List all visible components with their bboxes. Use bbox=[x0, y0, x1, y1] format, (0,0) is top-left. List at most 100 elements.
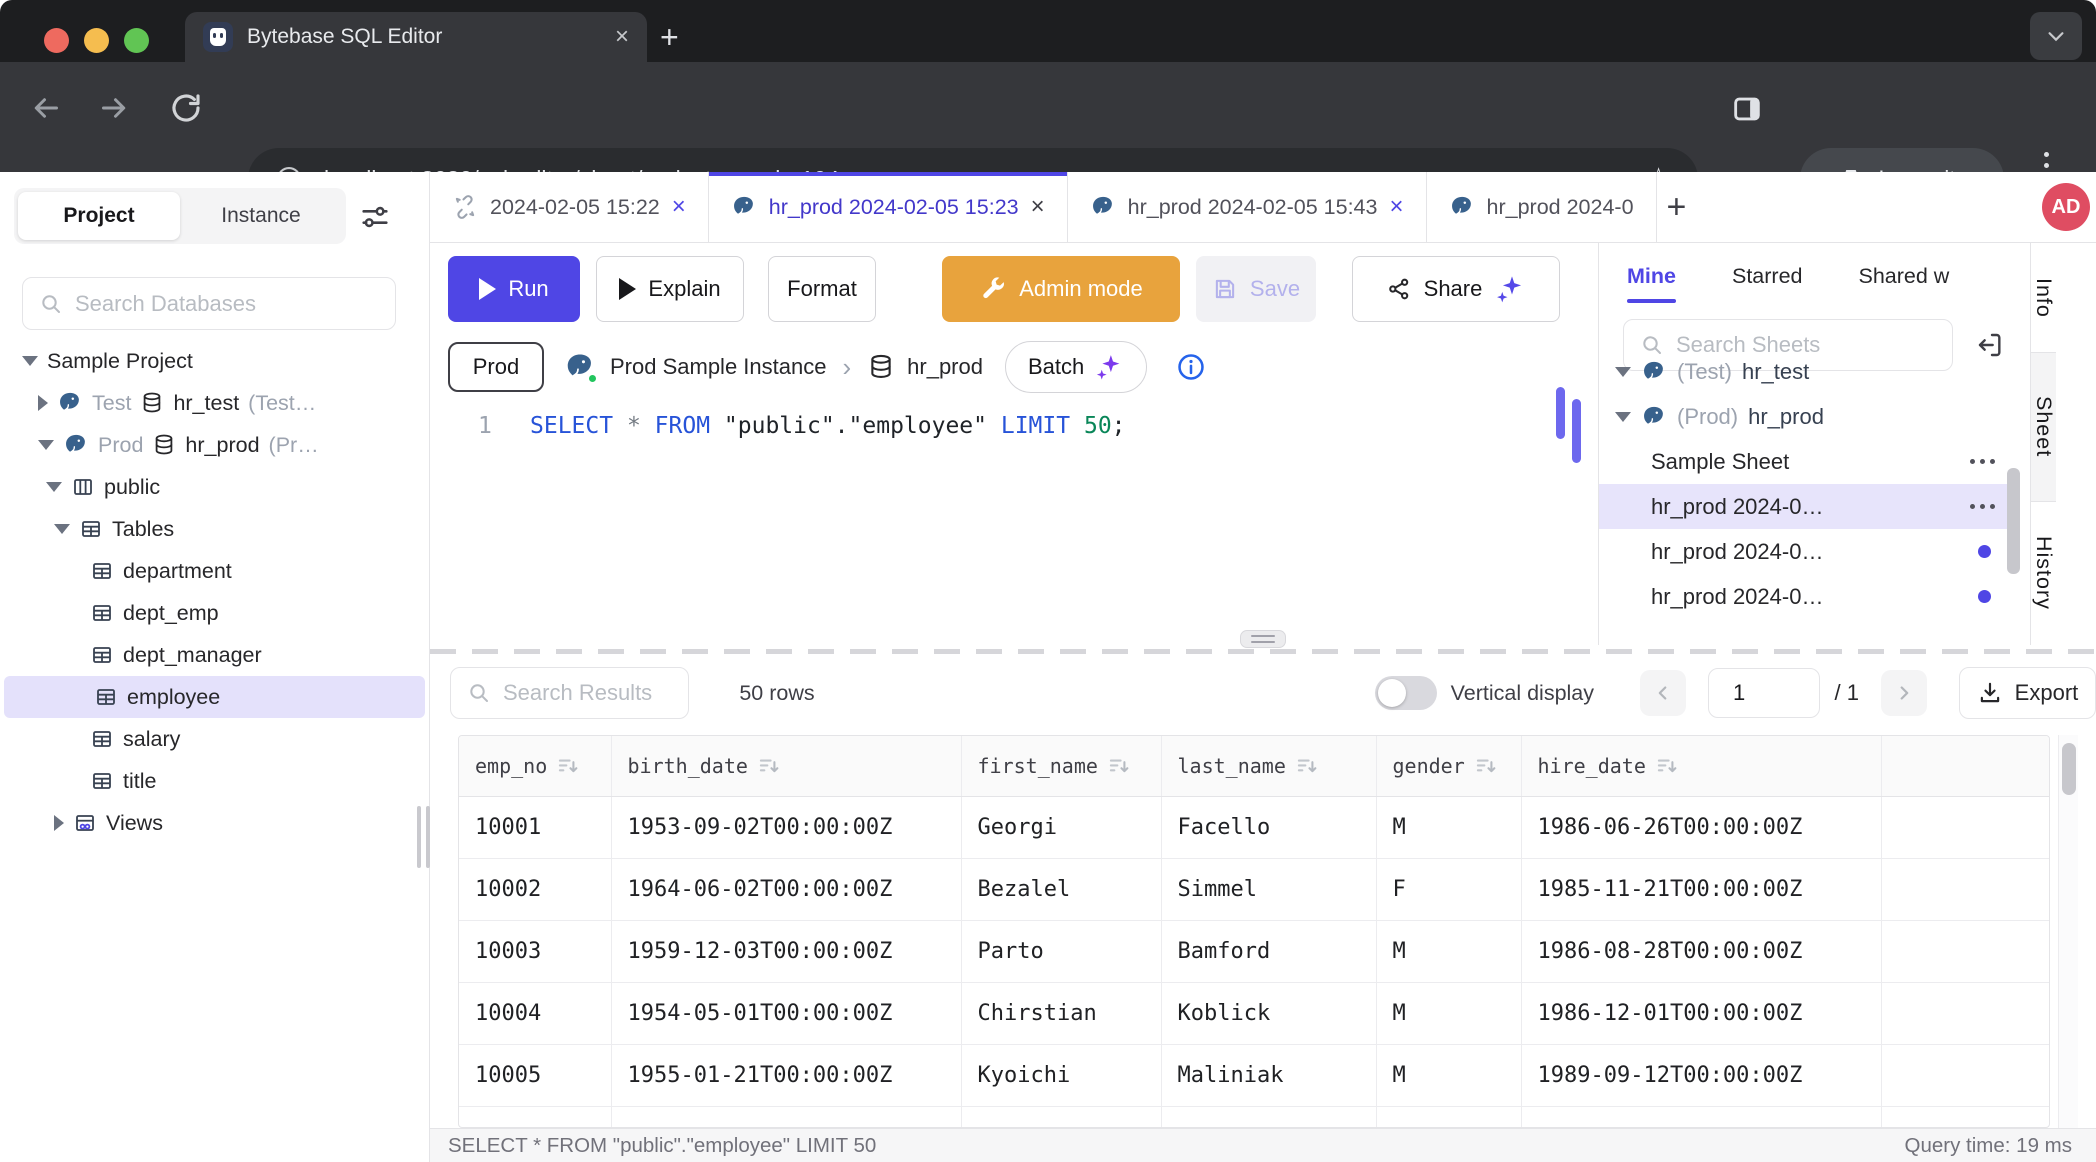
table-cell[interactable]: 1964-06-02T00:00:00Z bbox=[611, 858, 961, 920]
tab-starred[interactable]: Starred bbox=[1732, 264, 1803, 289]
table-cell[interactable]: 1986-12-01T00:00:00Z bbox=[1521, 982, 1881, 1044]
sheet-item[interactable]: Sample Sheet bbox=[1599, 439, 2009, 484]
table-cell[interactable]: 1955-01-21T00:00:00Z bbox=[611, 1044, 961, 1106]
caret-down-icon[interactable] bbox=[22, 356, 38, 366]
avatar[interactable]: AD bbox=[2042, 183, 2090, 231]
table-cell[interactable]: M bbox=[1376, 1044, 1521, 1106]
window-minimize-button[interactable] bbox=[84, 28, 109, 53]
tab-instance[interactable]: Instance bbox=[180, 192, 342, 240]
window-zoom-button[interactable] bbox=[124, 28, 149, 53]
info-circle-icon[interactable] bbox=[1175, 351, 1207, 383]
editor-tab[interactable]: hr_prod 2024-0 bbox=[1427, 172, 1657, 242]
table-cell[interactable]: 1989-09-12T00:00:00Z bbox=[1521, 1044, 1881, 1106]
filter-settings-icon[interactable] bbox=[358, 200, 392, 234]
close-tab-icon[interactable]: × bbox=[1031, 195, 1045, 219]
tree-item-public[interactable]: public bbox=[0, 466, 429, 508]
export-button[interactable]: Export bbox=[1959, 667, 2096, 719]
column-header-last_name[interactable]: last_name bbox=[1161, 736, 1376, 796]
caret-down-icon[interactable] bbox=[1615, 367, 1631, 377]
table-cell[interactable]: 10002 bbox=[459, 858, 611, 920]
close-browser-tab-icon[interactable]: × bbox=[615, 25, 629, 49]
table-cell[interactable]: 1989-06-02T00:00:00Z bbox=[1521, 1106, 1881, 1128]
sheet-group-row[interactable]: (Prod)hr_prod bbox=[1599, 394, 2009, 439]
table-cell[interactable]: M bbox=[1376, 920, 1521, 982]
table-cell[interactable]: 1953-09-02T00:00:00Z bbox=[611, 796, 961, 858]
add-query-tab-button[interactable]: + bbox=[1667, 192, 1687, 222]
column-header-hire_date[interactable]: hire_date bbox=[1521, 736, 1881, 796]
table-cell[interactable]: Simmel bbox=[1161, 858, 1376, 920]
column-header-birth_date[interactable]: birth_date bbox=[611, 736, 961, 796]
table-row[interactable]: 100041954-05-01T00:00:00ZChirstianKoblic… bbox=[459, 982, 2050, 1044]
caret-down-icon[interactable] bbox=[38, 440, 54, 450]
sql-editor[interactable]: 1 SELECT * FROM "public"."employee" LIMI… bbox=[430, 399, 1598, 628]
sheet-item[interactable]: hr_prod 2024-0… bbox=[1599, 529, 2009, 574]
tree-item-hr_test[interactable]: Testhr_test(Test… bbox=[0, 382, 429, 424]
save-button[interactable]: Save bbox=[1196, 256, 1316, 322]
search-databases-input[interactable]: Search Databases bbox=[22, 277, 396, 330]
table-cell[interactable]: 10003 bbox=[459, 920, 611, 982]
tree-item-Sample Project[interactable]: Sample Project bbox=[0, 340, 429, 382]
table-cell[interactable]: Maliniak bbox=[1161, 1044, 1376, 1106]
sheet-menu-icon[interactable] bbox=[1970, 459, 1995, 464]
table-row[interactable]: 100051955-01-21T00:00:00ZKyoichiMaliniak… bbox=[459, 1044, 2050, 1106]
tree-item-title[interactable]: title bbox=[0, 760, 429, 802]
column-header-first_name[interactable]: first_name bbox=[961, 736, 1161, 796]
page-number-input[interactable]: 1 bbox=[1708, 668, 1820, 718]
tab-mine[interactable]: Mine bbox=[1627, 264, 1676, 289]
editor-scrollbar-marker[interactable] bbox=[1556, 387, 1565, 439]
table-cell[interactable]: F bbox=[1376, 1106, 1521, 1128]
table-cell[interactable]: Georgi bbox=[961, 796, 1161, 858]
tree-item-dept_manager[interactable]: dept_manager bbox=[0, 634, 429, 676]
table-cell[interactable]: 10006 bbox=[459, 1106, 611, 1128]
tab-shared-with-me[interactable]: Shared w bbox=[1859, 264, 1950, 289]
table-cell[interactable]: 10004 bbox=[459, 982, 611, 1044]
search-results-input[interactable]: Search Results bbox=[450, 667, 689, 719]
caret-down-icon[interactable] bbox=[1615, 412, 1631, 422]
table-row[interactable]: 100021964-06-02T00:00:00ZBezalelSimmelF1… bbox=[459, 858, 2050, 920]
prev-page-button[interactable] bbox=[1640, 670, 1686, 716]
table-cell[interactable]: 1985-11-21T00:00:00Z bbox=[1521, 858, 1881, 920]
caret-right-icon[interactable] bbox=[38, 395, 48, 411]
tree-item-department[interactable]: department bbox=[0, 550, 429, 592]
environment-chip[interactable]: Prod bbox=[448, 342, 544, 392]
caret-down-icon[interactable] bbox=[46, 482, 62, 492]
sql-code-line[interactable]: SELECT * FROM "public"."employee" LIMIT … bbox=[530, 413, 1126, 439]
sheet-list-scrollbar-thumb[interactable] bbox=[2007, 468, 2020, 574]
vertical-display-toggle[interactable] bbox=[1375, 676, 1437, 710]
tree-item-Views[interactable]: Views bbox=[0, 802, 429, 844]
back-icon[interactable] bbox=[28, 90, 64, 126]
tree-item-hr_prod[interactable]: Prodhr_prod(Pr… bbox=[0, 424, 429, 466]
table-cell[interactable]: Koblick bbox=[1161, 982, 1376, 1044]
reload-icon[interactable] bbox=[168, 90, 204, 126]
table-cell[interactable]: M bbox=[1376, 796, 1521, 858]
table-cell[interactable]: Kyoichi bbox=[961, 1044, 1161, 1106]
tab-project[interactable]: Project bbox=[18, 192, 180, 240]
table-cell[interactable]: M bbox=[1376, 982, 1521, 1044]
caret-right-icon[interactable] bbox=[54, 815, 64, 831]
table-cell[interactable]: 10001 bbox=[459, 796, 611, 858]
table-cell[interactable]: 10005 bbox=[459, 1044, 611, 1106]
table-cell[interactable]: 1953-04-20T00:00:00Z bbox=[611, 1106, 961, 1128]
sheet-item[interactable]: hr_prod 2024-0… bbox=[1599, 484, 2009, 529]
table-cell[interactable]: Chirstian bbox=[961, 982, 1161, 1044]
table-cell[interactable]: F bbox=[1376, 858, 1521, 920]
explain-button[interactable]: Explain bbox=[596, 256, 744, 322]
rail-tab-history[interactable]: History bbox=[2031, 502, 2056, 644]
table-row[interactable]: 100031959-12-03T00:00:00ZPartoBamfordM19… bbox=[459, 920, 2050, 982]
rail-tab-info[interactable]: Info bbox=[2031, 243, 2056, 352]
column-header-gender[interactable]: gender bbox=[1376, 736, 1521, 796]
browser-tab[interactable]: Bytebase SQL Editor × bbox=[185, 12, 647, 62]
tree-item-dept_emp[interactable]: dept_emp bbox=[0, 592, 429, 634]
share-button[interactable]: Share bbox=[1352, 256, 1560, 322]
editor-tab[interactable]: hr_prod 2024-02-05 15:43× bbox=[1068, 172, 1427, 242]
table-cell[interactable]: 1986-06-26T00:00:00Z bbox=[1521, 796, 1881, 858]
sheet-group-row[interactable]: (Test)hr_test bbox=[1599, 349, 2009, 394]
close-tab-icon[interactable]: × bbox=[1389, 195, 1403, 219]
run-button[interactable]: Run bbox=[448, 256, 580, 322]
database-name[interactable]: hr_prod bbox=[907, 354, 983, 380]
sheet-item[interactable]: hr_prod 2024-0… bbox=[1599, 574, 2009, 619]
tree-item-salary[interactable]: salary bbox=[0, 718, 429, 760]
sidebar-resize-handle[interactable] bbox=[417, 806, 430, 868]
table-row[interactable]: 100061953-04-20T00:00:00ZAnnekePreusigF1… bbox=[459, 1106, 2050, 1128]
format-button[interactable]: Format bbox=[768, 256, 876, 322]
